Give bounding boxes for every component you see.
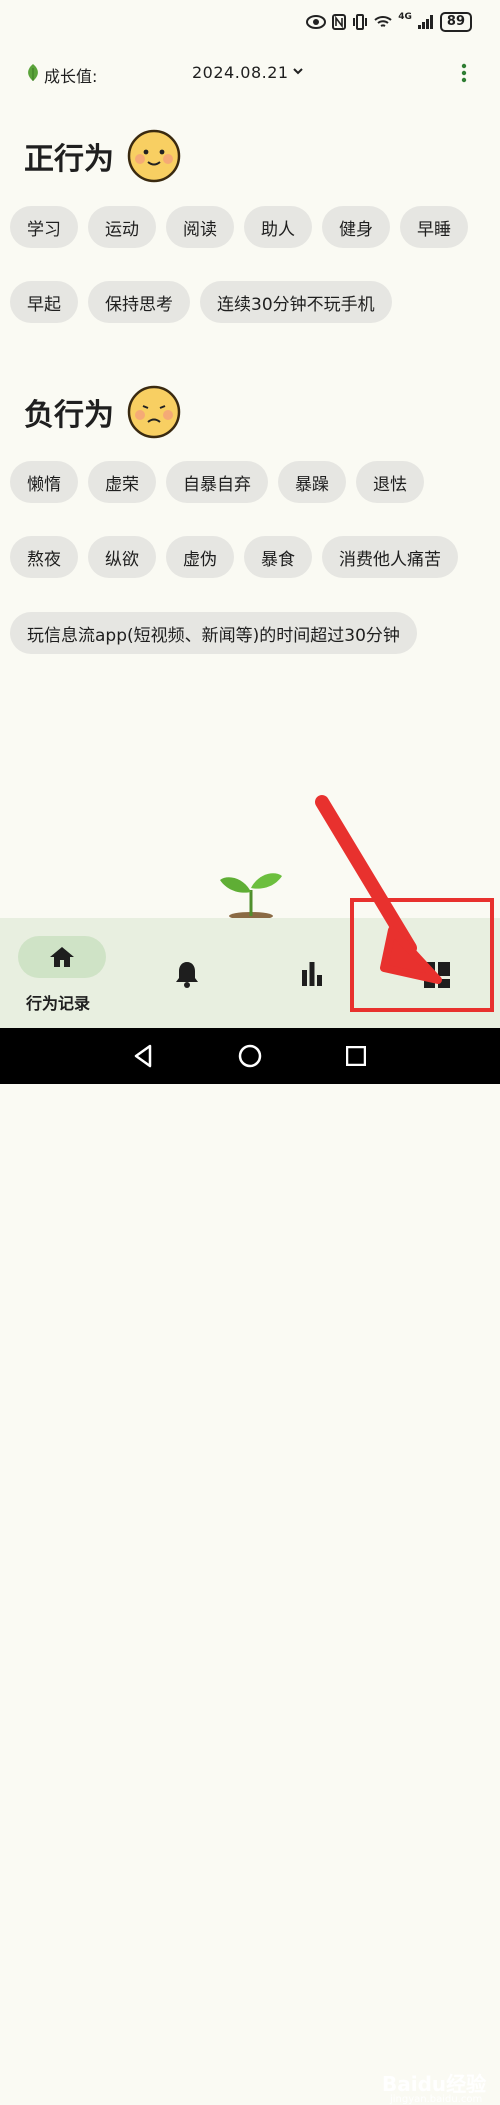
negative-title-text: 负行为	[24, 398, 114, 433]
status-icons: 4G 89	[306, 12, 472, 32]
behavior-chip[interactable]: 健身	[322, 206, 390, 248]
watermark-brand: Baidu经验	[382, 2072, 487, 2096]
positive-section-title: 正行为	[24, 128, 182, 184]
leaf-icon	[28, 64, 38, 81]
behavior-chip[interactable]: 运动	[88, 206, 156, 248]
nav-active-pill[interactable]	[18, 936, 106, 978]
behavior-chip[interactable]: 连续30分钟不玩手机	[200, 281, 392, 323]
behavior-chip[interactable]: 早起	[10, 281, 78, 323]
recents-icon[interactable]	[346, 1046, 366, 1066]
behavior-chip[interactable]: 虚荣	[88, 461, 156, 503]
behavior-chip[interactable]: 暴躁	[278, 461, 346, 503]
nfc-icon	[332, 14, 347, 30]
nav-item-notifications[interactable]	[125, 918, 250, 1028]
smile-face-icon	[127, 129, 181, 183]
more-options-icon[interactable]	[459, 63, 469, 83]
positive-row-1: 学习 运动 阅读 助人 健身 早睡	[10, 206, 468, 248]
behavior-chip[interactable]: 玩信息流app(短视频、新闻等)的时间超过30分钟	[10, 612, 417, 654]
negative-section-title: 负行为	[24, 384, 182, 440]
wifi-icon	[374, 16, 392, 27]
chevron-down-icon[interactable]	[292, 65, 304, 77]
frown-face-icon	[127, 385, 181, 439]
negative-row-2: 熬夜 纵欲 虚伪 暴食 消费他人痛苦	[10, 536, 458, 578]
system-navigation-bar: Baidu经验 jingyan.baidu.com	[0, 1028, 500, 2105]
negative-row-1: 懒惰 虚荣 自暴自弃 暴躁 退怯	[10, 461, 424, 503]
behavior-chip[interactable]: 退怯	[356, 461, 424, 503]
behavior-chip[interactable]: 早睡	[400, 206, 468, 248]
eye-icon	[306, 15, 327, 29]
behavior-chip[interactable]: 助人	[244, 206, 312, 248]
bell-icon[interactable]	[175, 960, 199, 988]
signal-icon	[417, 15, 433, 29]
nav-label-records[interactable]: 行为记录	[26, 990, 90, 1014]
status-bar: 4G 89	[0, 0, 500, 44]
behavior-chip[interactable]: 学习	[10, 206, 78, 248]
home-icon	[50, 947, 74, 967]
annotation-arrow	[315, 795, 442, 984]
network-type: 4G	[398, 12, 412, 22]
behavior-chip[interactable]: 熬夜	[10, 536, 78, 578]
behavior-chip[interactable]: 保持思考	[88, 281, 190, 323]
behavior-chip[interactable]: 暴食	[244, 536, 312, 578]
header: 成长值: 2024.08.21	[0, 54, 500, 90]
home-button-icon[interactable]	[238, 1044, 262, 1068]
nav-item-records[interactable]: 行为记录	[0, 918, 125, 1028]
date-selector[interactable]: 2024.08.21	[192, 63, 289, 82]
behavior-chip[interactable]: 虚伪	[166, 536, 234, 578]
positive-row-2: 早起 保持思考 连续30分钟不玩手机	[10, 281, 392, 323]
behavior-chip[interactable]: 纵欲	[88, 536, 156, 578]
watermark-url: jingyan.baidu.com	[390, 2094, 483, 2105]
behavior-chip[interactable]: 阅读	[166, 206, 234, 248]
behavior-chip[interactable]: 消费他人痛苦	[322, 536, 458, 578]
growth-value-label: 成长值:	[44, 67, 98, 86]
vibrate-icon	[353, 14, 368, 30]
positive-title-text: 正行为	[24, 142, 114, 177]
negative-row-3: 玩信息流app(短视频、新闻等)的时间超过30分钟	[10, 612, 417, 654]
back-icon[interactable]	[132, 1044, 154, 1068]
sprout-illustration	[220, 873, 282, 920]
behavior-chip[interactable]: 自暴自弃	[166, 461, 268, 503]
behavior-chip[interactable]: 懒惰	[10, 461, 78, 503]
battery-icon: 89	[439, 12, 472, 32]
